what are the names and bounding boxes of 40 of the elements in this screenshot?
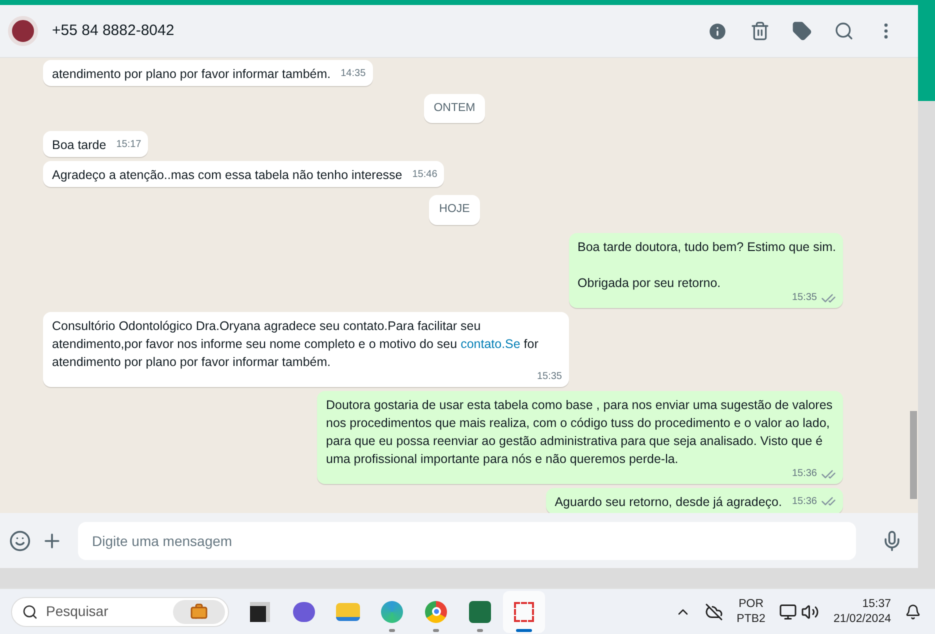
message-text: atendimento por plano por favor informar também. [52, 66, 331, 83]
contact-avatar[interactable] [8, 16, 38, 46]
search-icon[interactable] [834, 21, 854, 41]
message-time: 15:17 [116, 138, 142, 152]
clock-time: 15:37 [862, 596, 891, 612]
search-icon [22, 604, 38, 620]
emoji-icon[interactable] [9, 530, 31, 552]
message-text: Boa tarde doutora, tudo bem? Estimo que sim. Obrigada por seu retorno. [578, 238, 836, 292]
snipping-tool-icon[interactable] [503, 590, 545, 632]
briefcase-icon [173, 600, 225, 624]
message-link[interactable]: contato.Se [460, 336, 520, 350]
contact-name[interactable]: +55 84 8882-8042 [52, 20, 174, 42]
language-label: POR [738, 596, 764, 612]
message-time: 15:36 [792, 494, 817, 508]
notification-bell-icon[interactable] [905, 604, 921, 620]
message-time: 15:46 [412, 168, 438, 182]
message-text: Boa tarde [52, 137, 106, 154]
message-text: Agradeço a atenção..mas com essa tabela não tenho interesse [52, 167, 402, 184]
info-icon[interactable] [707, 20, 728, 42]
trash-icon[interactable] [750, 21, 770, 41]
taskbar-search-field[interactable]: Pesquisar [11, 596, 229, 626]
date-divider: HOJE [429, 195, 480, 224]
speaker-icon[interactable] [801, 602, 820, 620]
message-time: 15:35 [792, 291, 817, 305]
clock-date: 21/02/2024 [833, 612, 891, 626]
message-input-field[interactable]: Digite uma mensagem [78, 522, 856, 560]
message-time: 14:35 [340, 67, 366, 81]
label-icon[interactable] [792, 21, 812, 41]
scrollbar-thumb[interactable] [910, 411, 917, 499]
cloud-off-icon[interactable] [704, 602, 723, 620]
message-text: Consultório Odontológico Dra.Oryana agradece seu contato.Para facilitar seu atendimento,por favor nos informe seu nome completo e o motivo do seu contato.Se for atendimento por plano por favor informar também. [52, 318, 540, 370]
search-placeholder: Pesquisar [46, 602, 108, 621]
message-time: 15:35 [536, 370, 562, 384]
date-divider: ONTEM [424, 94, 486, 124]
keyboard-layout-label: PTB2 [736, 612, 766, 626]
clock[interactable]: 15:37 21/02/2024 [833, 596, 891, 626]
message-time: 15:36 [792, 467, 817, 481]
message-text: Doutora gostaria de usar esta tabela como base , para nos enviar uma sugestão de valores nos procedimentos que mais realiza, com o código tuss do procedimento e o valor ao lado, para que eu possa reenviar ao gestão administrativa para que seja analisado. Visto que é uma profissional importante para nós e não queremos perde-la. [326, 396, 834, 468]
language-indicator[interactable]: POR PTB2 [736, 596, 766, 626]
message-text: Aguardo seu retorno, desde já agradeço. [554, 494, 782, 510]
